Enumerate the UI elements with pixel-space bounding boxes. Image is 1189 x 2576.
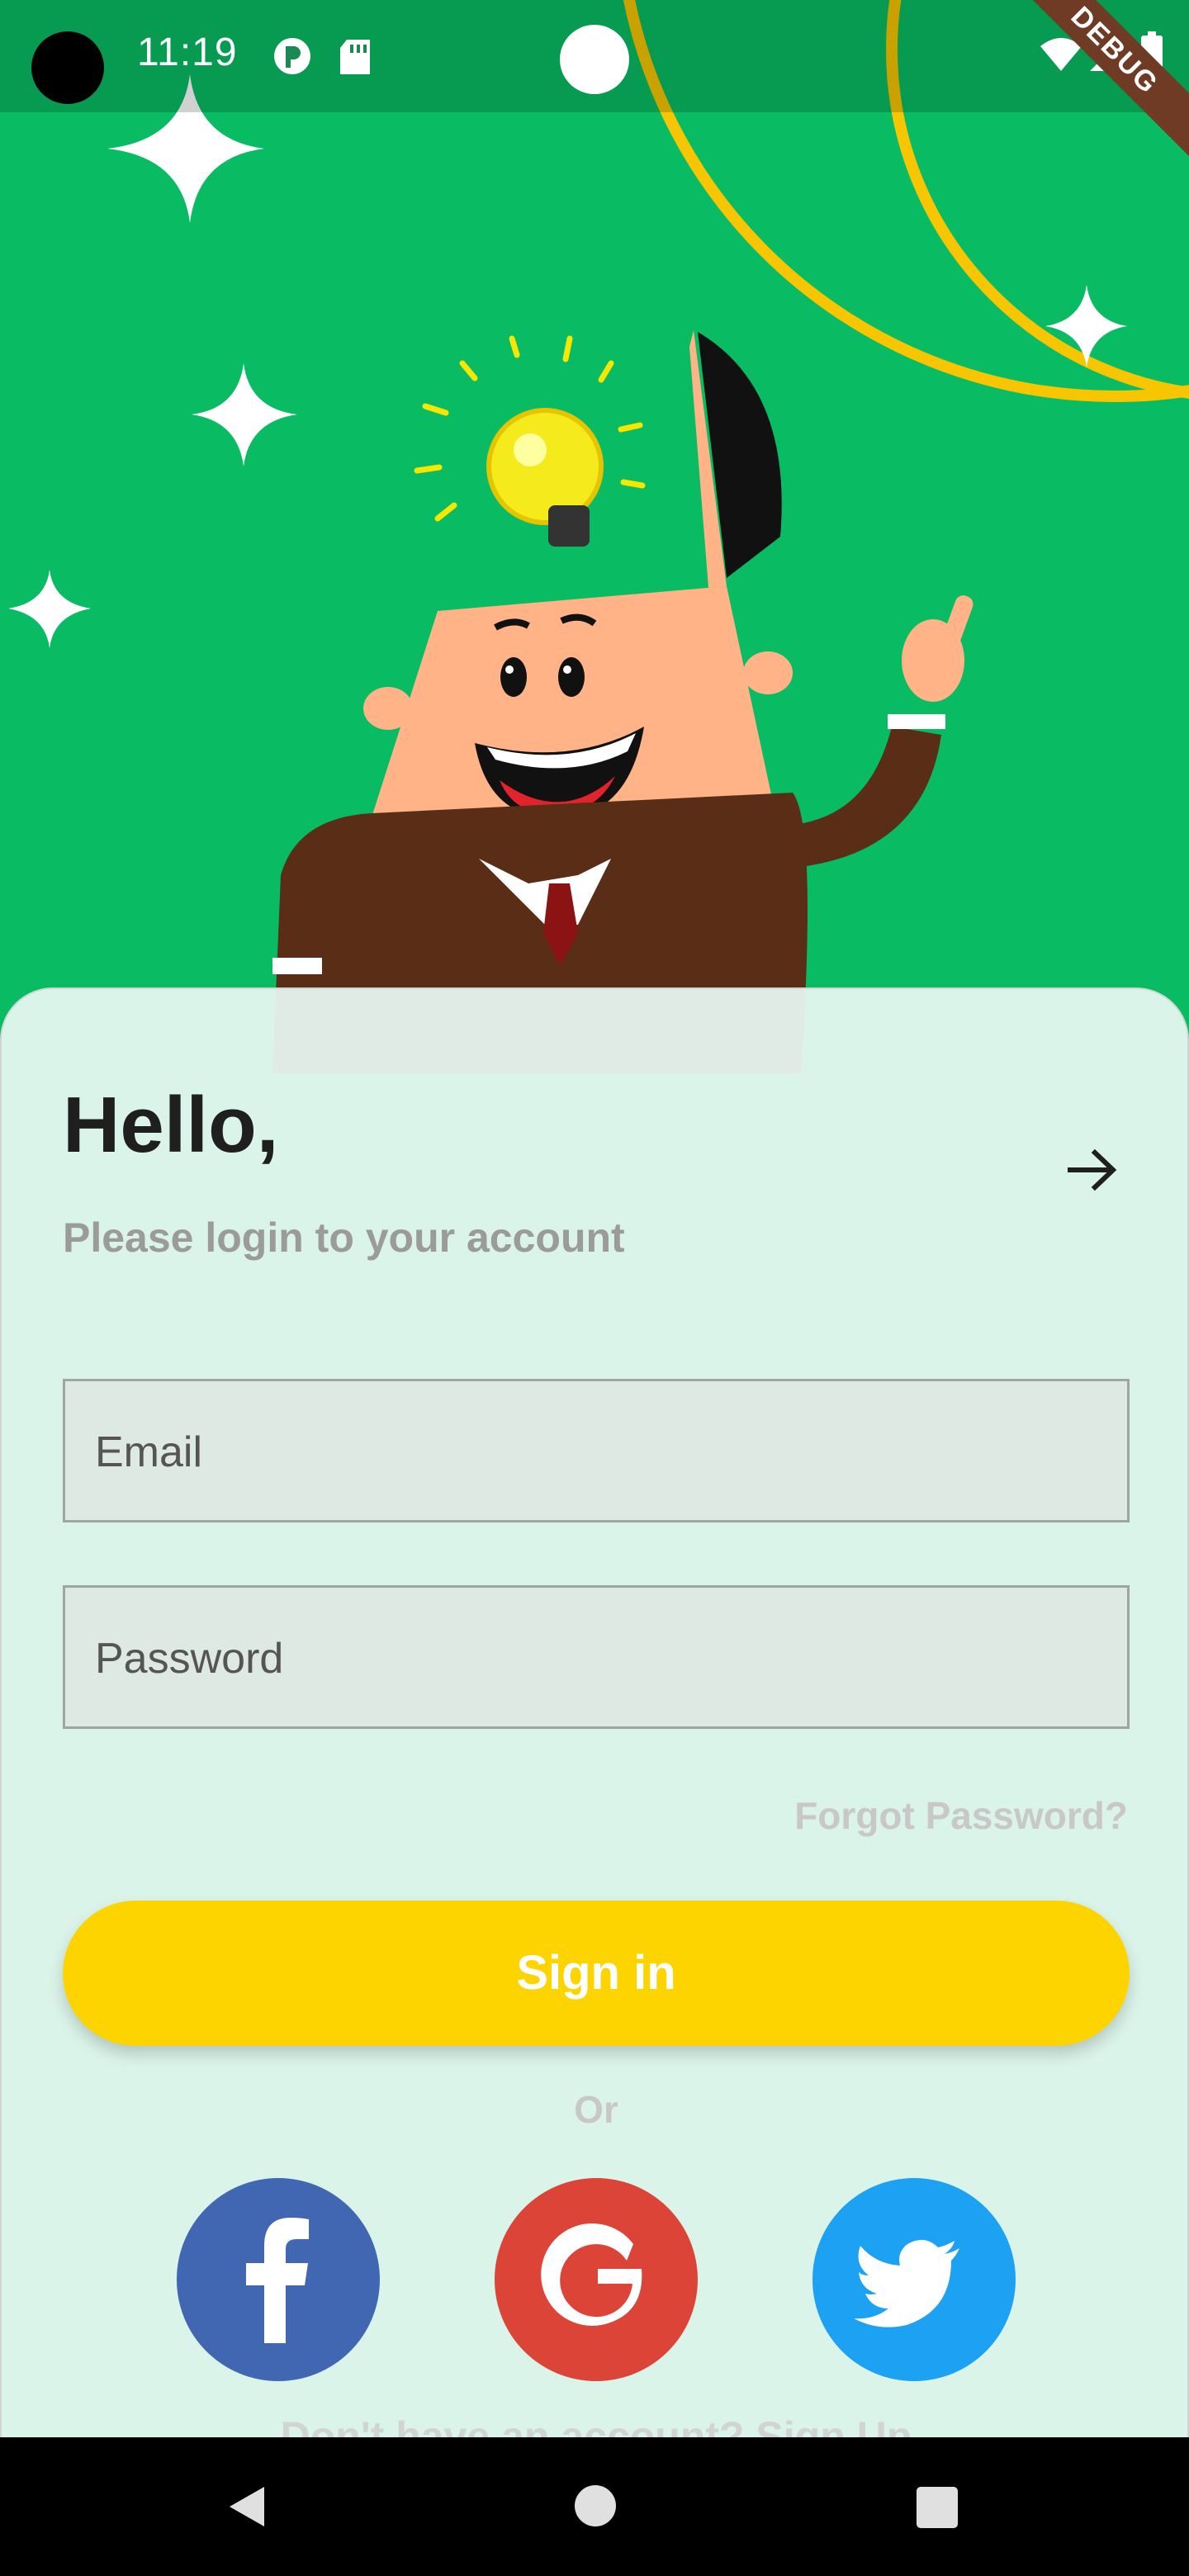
status-bar: 11:19 DEBUG	[0, 0, 1189, 160]
hero-illustration	[0, 0, 1189, 1073]
page-title: Hello,	[63, 1081, 279, 1169]
sign-in-button[interactable]: Sign in	[63, 1901, 1130, 2046]
password-placeholder: Password	[95, 1635, 284, 1683]
system-nav-bar	[0, 2437, 1189, 2576]
or-divider: Or	[574, 2088, 618, 2131]
back-icon[interactable]	[223, 2482, 272, 2536]
password-field[interactable]: Password	[63, 1585, 1130, 1729]
twitter-icon	[854, 2239, 959, 2327]
sd-card-icon	[339, 38, 373, 80]
facebook-button[interactable]	[177, 2178, 380, 2381]
recents-icon[interactable]	[915, 2485, 959, 2534]
mascot-illustration	[8, 0, 1189, 1073]
google-button[interactable]	[495, 2178, 698, 2381]
email-placeholder: Email	[95, 1428, 203, 1476]
home-icon[interactable]	[573, 2484, 618, 2532]
camera-dot	[560, 25, 629, 94]
forgot-password-link[interactable]: Forgot Password?	[794, 1793, 1128, 1838]
twitter-button[interactable]	[812, 2178, 1016, 2381]
email-field[interactable]: Email	[63, 1379, 1130, 1522]
app-notification-icon	[272, 36, 312, 80]
camera-cutout	[31, 31, 104, 104]
google-icon	[541, 2223, 642, 2326]
login-sheet: Hello, Please login to your account Emai…	[0, 987, 1189, 2460]
arrow-right-icon[interactable]	[1063, 1141, 1121, 1199]
page-subtitle: Please login to your account	[63, 1215, 625, 1261]
status-time: 11:19	[137, 31, 238, 74]
facebook-icon	[246, 2218, 309, 2343]
